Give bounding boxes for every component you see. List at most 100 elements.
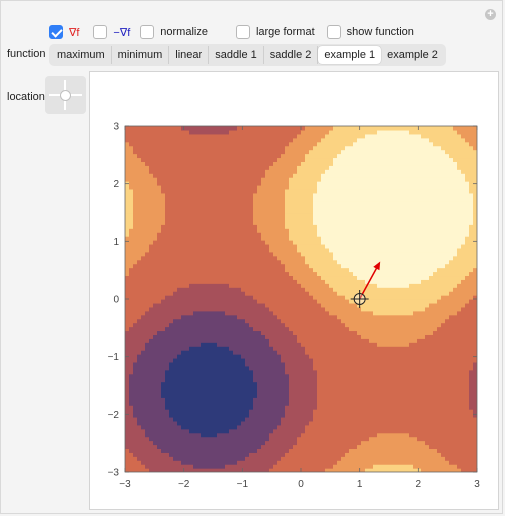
function-option-linear[interactable]: linear [169, 46, 210, 64]
neg-grad-checkbox-box[interactable] [93, 25, 108, 39]
contour-cell [313, 247, 318, 253]
contour-cell [325, 243, 330, 249]
contour-cell [337, 444, 342, 450]
large-format-checkbox[interactable]: large format [235, 25, 315, 39]
contour-cell [305, 350, 310, 355]
add-icon[interactable]: + [485, 9, 496, 20]
contour-cell [309, 385, 314, 391]
contour-cell [197, 204, 202, 210]
contour-cell [133, 440, 138, 446]
contour-cell [313, 251, 318, 257]
contour-cell [301, 267, 306, 273]
show-function-checkbox[interactable]: show function [326, 25, 414, 39]
neg-grad-checkbox[interactable]: −∇f [93, 25, 130, 39]
contour-cell [213, 464, 218, 469]
contour-cell [265, 326, 270, 332]
contour-cell [161, 133, 166, 139]
contour-cell [245, 389, 250, 394]
contour-cell [129, 452, 134, 457]
contour-plot[interactable]: −3 −2 −1 0 1 2 3−3−2−10123 [90, 72, 498, 509]
contour-cell [125, 291, 130, 296]
contour-cell [301, 259, 306, 265]
contour-cell [249, 216, 254, 221]
contour-cell [321, 354, 326, 359]
contour-cell [237, 338, 242, 343]
contour-cell [345, 181, 350, 186]
contour-cell [161, 220, 166, 225]
contour-cell [157, 401, 162, 406]
contour-cell [137, 236, 142, 241]
contour-cell [157, 232, 162, 237]
contour-cell [173, 393, 178, 398]
contour-cell [249, 393, 254, 398]
contour-cell [329, 322, 334, 328]
function-selector[interactable]: maximum minimum linear saddle 1 saddle 2 exam… [49, 44, 446, 66]
contour-cell [293, 161, 298, 166]
contour-cell [305, 413, 310, 418]
contour-cell [153, 416, 158, 422]
contour-cell [201, 267, 206, 273]
contour-cell [189, 208, 194, 214]
contour-cell [281, 267, 286, 273]
contour-cell [313, 255, 318, 261]
function-option-saddle-1[interactable]: saddle 1 [209, 46, 264, 64]
contour-cell [181, 306, 186, 312]
contour-cell [293, 279, 298, 284]
contour-cell [209, 342, 214, 347]
function-option-example-2[interactable]: example 2 [381, 46, 444, 64]
contour-cell [177, 291, 182, 296]
contour-cell [273, 334, 278, 339]
contour-cell [217, 436, 222, 442]
contour-cell [205, 173, 210, 178]
contour-cell [293, 373, 298, 379]
contour-cell [165, 228, 170, 233]
contour-cell [193, 161, 198, 166]
contour-cell [193, 432, 198, 438]
normalize-checkbox-box[interactable] [140, 25, 155, 39]
contour-cell [145, 452, 150, 457]
contour-cell [269, 393, 274, 398]
contour-cell [197, 208, 202, 214]
normalize-checkbox[interactable]: normalize [140, 25, 208, 39]
show-function-checkbox-box[interactable] [326, 25, 341, 39]
contour-cell [337, 192, 342, 198]
contour-cell [293, 346, 298, 351]
grad-checkbox[interactable]: ∇f [49, 25, 79, 39]
contour-cell [285, 204, 290, 210]
contour-cell [317, 200, 322, 206]
contour-cell [305, 184, 310, 190]
grad-checkbox-box[interactable] [49, 25, 63, 39]
contour-cell [129, 145, 134, 151]
contour-cell [285, 220, 290, 225]
large-format-checkbox-box[interactable] [235, 25, 250, 39]
contour-cell [233, 295, 238, 300]
function-option-example-1[interactable]: example 1 [318, 46, 382, 64]
function-option-saddle-2[interactable]: saddle 2 [264, 46, 319, 64]
contour-cell [205, 291, 210, 296]
contour-cell [245, 334, 250, 339]
function-option-minimum[interactable]: minimum [112, 46, 170, 64]
contour-cell [181, 267, 186, 273]
contour-cell [225, 464, 230, 469]
contour-cell [221, 216, 226, 221]
contour-cell [137, 169, 142, 174]
contour-cell [281, 420, 286, 426]
contour-cell [261, 208, 266, 214]
contour-cell [285, 196, 290, 202]
contour-cell [241, 129, 246, 135]
contour-cell [281, 291, 286, 296]
contour-cell [137, 389, 142, 394]
contour-cell [265, 232, 270, 237]
contour-cell [325, 338, 330, 343]
contour-cell [153, 129, 158, 135]
locator-handle[interactable] [60, 90, 71, 101]
contour-cell [305, 169, 310, 174]
contour-cell [261, 361, 266, 367]
contour-cell [161, 377, 166, 383]
contour-cell [213, 322, 218, 328]
contour-cell [309, 192, 314, 198]
contour-cell [265, 184, 270, 190]
contour-cell [141, 157, 146, 162]
location-locator-pad[interactable] [45, 76, 86, 114]
function-option-maximum[interactable]: maximum [51, 46, 112, 64]
